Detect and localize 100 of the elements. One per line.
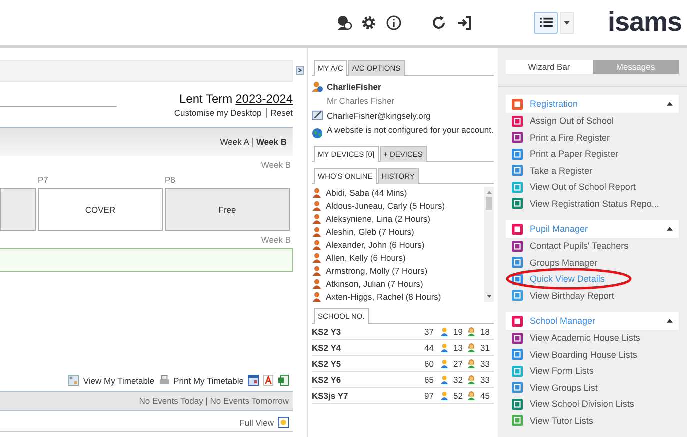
total-count: 97 [424,390,434,400]
task-link[interactable]: View Academic House Lists [530,333,640,344]
person-icon [312,188,322,198]
total-count: 44 [424,342,434,352]
section-title: Pupil Manager [530,224,590,234]
girls-count: 45 [480,390,490,400]
events-bar: No Events Today | No Events Tomorrow [0,391,293,411]
website-note: A website is not configured for your account. [327,125,494,135]
girl-icon [467,374,476,384]
person-icon [312,214,322,224]
user-help-icon[interactable] [336,14,352,30]
task-link[interactable]: Take a Register [530,166,593,176]
caret-icon [564,20,570,24]
week-link[interactable]: Week B [252,138,287,146]
username: CharlieFisher [327,82,382,92]
year-group-name: KS2 Y5 [312,358,342,368]
task-link[interactable]: View Registration Status Repo... [530,198,660,209]
collapse-icon[interactable] [667,319,673,323]
scroll-down-icon[interactable] [486,295,492,298]
total-count: 60 [424,358,434,368]
task-link[interactable]: View Boarding House Lists [530,350,638,360]
collapse-icon[interactable] [667,227,673,231]
boy-icon [440,326,449,336]
task-link[interactable]: View Groups List [530,382,598,393]
desktop-link[interactable]: Reset [266,108,293,118]
person-icon [312,278,322,288]
task-link[interactable]: View School Division Lists [530,399,634,410]
settings-icon[interactable] [361,14,377,30]
person-icon [312,252,322,262]
full-view-link[interactable]: Full View [240,418,274,428]
task-link[interactable]: View Tutor Lists [530,416,594,426]
task-link[interactable]: View Form Lists [530,366,594,376]
boys-count: 27 [452,358,463,368]
girl-icon [467,390,476,400]
printer-icon[interactable] [158,375,170,386]
dropdown-button[interactable] [560,12,574,34]
period-label: P7 [38,175,50,185]
online-user[interactable]: Aleksyniene, Lina (2 Hours) [326,214,430,224]
boy-icon [440,390,449,400]
desktop-link[interactable]: Customise my Desktop [174,108,262,118]
online-user[interactable]: Abidi, Saba (44 Mins) [326,188,408,198]
girls-count: 31 [480,342,490,352]
girl-icon [467,326,476,336]
list-menu-button[interactable] [534,12,558,34]
email-address[interactable]: CharlieFisher@kingsely.org [327,110,431,120]
girls-count: 18 [480,326,490,336]
online-user[interactable]: Axten-Higgs, Rachel (8 Hours) [326,292,442,302]
section-title: Registration [530,99,580,109]
online-user[interactable]: Aldous-Juneau, Carly (5 Hours) [326,200,446,210]
week-label: Week B [260,160,291,170]
online-user[interactable]: Alexander, John (6 Hours) [326,240,425,250]
boy-icon [440,358,449,368]
year-group-name: KS2 Y4 [312,342,342,352]
section-title: School Manager [530,316,597,326]
pdf-icon[interactable] [263,375,274,386]
week-label: Week B [260,235,291,245]
section-header[interactable]: School Manager [506,312,679,330]
task-link[interactable]: Contact Pupils' Teachers [530,241,629,252]
boys-count: 32 [452,374,463,384]
girls-count: 33 [480,374,490,384]
view-timetable-link[interactable]: View My Timetable [83,376,155,386]
collapse-icon[interactable] [667,102,673,106]
refresh-icon[interactable] [431,14,447,30]
spreadsheet-icon[interactable] [278,375,289,386]
task-link[interactable]: Assign Out of School [530,116,614,126]
total-count: 65 [424,374,434,384]
boy-icon [440,374,449,384]
email-icon [312,110,323,121]
year-group-name: KS2 Y6 [312,374,342,384]
online-user[interactable]: Aleshin, Gleb (7 Hours) [326,226,414,236]
sign-out-icon[interactable] [456,14,472,30]
timetable-icon[interactable] [68,375,80,386]
online-user[interactable]: Allen, Kelly (6 Hours) [326,252,406,262]
print-timetable-link[interactable]: Print My Timetable [174,376,244,386]
person-icon [312,200,322,210]
timetable-cell: COVER [38,188,163,231]
period-label: P8 [165,175,176,185]
expand-icon[interactable] [278,417,289,428]
boys-count: 19 [452,326,463,336]
online-user[interactable]: Atkinson, Julian (7 Hours) [326,278,424,288]
globe-icon [312,128,323,139]
task-link[interactable]: View Birthday Report [530,290,614,301]
task-link[interactable]: Print a Paper Register [530,149,619,160]
boys-count: 13 [452,342,463,352]
task-link[interactable]: Groups Manager [530,258,598,268]
person-icon [312,266,322,276]
section-header[interactable]: Pupil Manager [506,220,679,238]
timetable-cell [0,188,36,231]
task-link[interactable]: View Out of School Report [530,182,636,192]
year-link[interactable]: 2023-2024 [236,92,293,106]
info-icon[interactable] [386,14,402,30]
week-link[interactable]: Week A [220,138,250,146]
online-user[interactable]: Armstrong, Molly (7 Hours) [326,266,428,276]
scrollbar[interactable] [484,187,494,302]
calendar-icon[interactable] [248,375,259,386]
task-link[interactable]: Print a Fire Register [530,132,610,143]
panel-tab[interactable]: Wizard Bar [506,60,592,74]
girls-count: 33 [480,358,490,368]
collapse-toggle[interactable] [296,66,304,75]
scroll-thumb[interactable] [486,197,492,210]
